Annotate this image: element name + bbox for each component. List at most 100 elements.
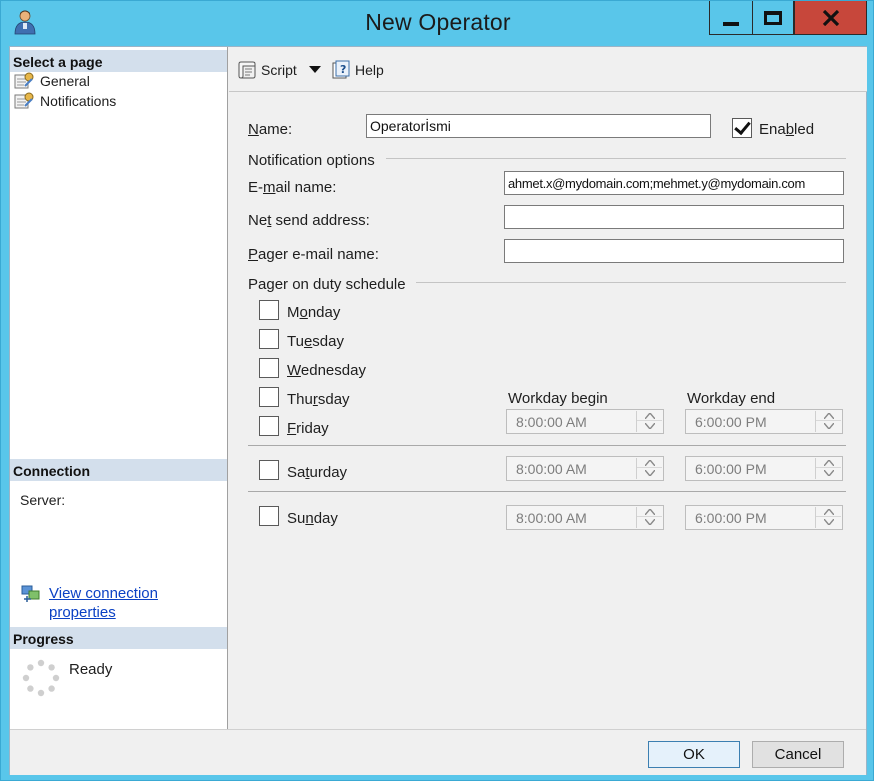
help-button[interactable]: ? Help [331,59,384,81]
minimize-icon [723,21,739,26]
spin-down-icon[interactable] [637,468,662,478]
progress-spinner-icon [22,659,60,697]
cancel-button[interactable]: Cancel [752,741,844,768]
general-page: Name: Enabled Notification options E-mai… [229,93,867,729]
maximize-icon [764,10,782,25]
time-value: 6:00:00 PM [695,510,767,526]
thursday-label: Thursday [287,391,350,408]
saturday-label: Saturday [287,464,348,481]
close-icon [822,9,839,26]
spin-up-icon[interactable] [816,507,841,517]
spin-down-icon[interactable] [816,517,841,527]
dialog-client: Select a page General Notifications Conn… [9,46,867,775]
saturday-begin-time[interactable]: 8:00:00 AM [506,456,664,481]
friday-checkbox[interactable] [259,416,279,436]
help-icon: ? [332,60,350,79]
server-label: Server: [20,492,66,508]
notification-group-line [386,158,846,159]
ok-button[interactable]: OK [648,741,740,768]
dialog-button-bar: OK Cancel [10,729,866,775]
email-name-input[interactable] [504,171,844,195]
page-item-label: Notifications [40,93,117,109]
page-settings-icon [14,92,34,109]
net-send-address-input[interactable] [504,205,844,229]
net-send-address-label: Net send address: [248,212,370,229]
notification-options-label: Notification options [248,152,375,169]
new-operator-window: New Operator Select a page General Notif… [0,0,874,781]
minimize-button[interactable] [709,1,752,35]
left-pane: Select a page General Notifications Conn… [10,47,228,729]
friday-label: Friday [287,420,329,437]
saturday-checkbox[interactable] [259,460,279,480]
wednesday-label: Wednesday [287,362,366,379]
saturday-end-time[interactable]: 6:00:00 PM [685,456,843,481]
spin-up-icon[interactable] [637,458,662,468]
sunday-checkbox[interactable] [259,506,279,526]
spin-down-icon[interactable] [816,421,841,431]
pager-email-name-label: Pager e-mail name: [248,246,379,263]
monday-checkbox[interactable] [259,300,279,320]
thursday-checkbox[interactable] [259,387,279,407]
time-spinner[interactable] [636,458,662,479]
workday-begin-label: Workday begin [508,390,608,407]
time-spinner[interactable] [815,507,841,528]
spin-up-icon[interactable] [637,507,662,517]
name-input[interactable] [366,114,711,138]
page-item-notifications[interactable]: Notifications [14,91,116,111]
spin-up-icon[interactable] [637,411,662,421]
time-value: 8:00:00 AM [516,510,587,526]
progress-header: Progress [10,627,227,649]
sunday-label: Sunday [287,510,338,527]
time-value: 8:00:00 AM [516,414,587,430]
time-spinner[interactable] [815,458,841,479]
workday-end-label: Workday end [687,390,776,407]
wednesday-checkbox[interactable] [259,358,279,378]
sunday-begin-time[interactable]: 8:00:00 AM [506,505,664,530]
script-button[interactable]: Script [237,59,297,81]
maximize-button[interactable] [752,1,794,35]
spin-down-icon[interactable] [816,468,841,478]
title-bar[interactable]: New Operator [1,1,874,45]
select-page-header: Select a page [10,50,227,72]
enabled-checkbox[interactable] [732,118,752,138]
monday-label: Monday [287,304,341,321]
script-dropdown-button[interactable] [309,59,325,81]
schedule-group-line [416,282,846,283]
name-label: Name: [248,121,293,138]
help-label: Help [355,62,384,78]
progress-status: Ready [69,661,113,678]
view-connection-properties-link[interactable]: View connection properties [49,584,199,622]
spin-down-icon[interactable] [637,421,662,431]
email-name-label: E-mail name: [248,179,337,196]
view-connection-link-line1: View connection [49,585,158,602]
close-button[interactable] [794,1,867,35]
script-label: Script [261,62,297,78]
time-value: 6:00:00 PM [695,414,767,430]
time-spinner[interactable] [636,507,662,528]
weekday-begin-time[interactable]: 8:00:00 AM [506,409,664,434]
pager-email-name-input[interactable] [504,239,844,263]
script-icon [238,61,256,79]
time-value: 6:00:00 PM [695,461,767,477]
dropdown-arrow-icon [309,66,321,73]
page-item-label: General [40,73,90,89]
weekday-end-time[interactable]: 6:00:00 PM [685,409,843,434]
view-connection-link-line2: properties [49,604,116,621]
time-spinner[interactable] [636,411,662,432]
separator [248,491,846,492]
toolbar: Script ? Help [229,47,867,92]
time-value: 8:00:00 AM [516,461,587,477]
enabled-label: Enabled [759,121,815,138]
page-item-general[interactable]: General [14,71,90,91]
tuesday-checkbox[interactable] [259,329,279,349]
connection-header: Connection [10,459,227,481]
spin-down-icon[interactable] [637,517,662,527]
page-settings-icon [14,72,34,89]
connection-properties-icon [21,585,40,602]
tuesday-label: Tuesday [287,333,344,350]
spin-up-icon[interactable] [816,411,841,421]
spin-up-icon[interactable] [816,458,841,468]
time-spinner[interactable] [815,411,841,432]
sunday-end-time[interactable]: 6:00:00 PM [685,505,843,530]
svg-text:?: ? [340,63,346,76]
